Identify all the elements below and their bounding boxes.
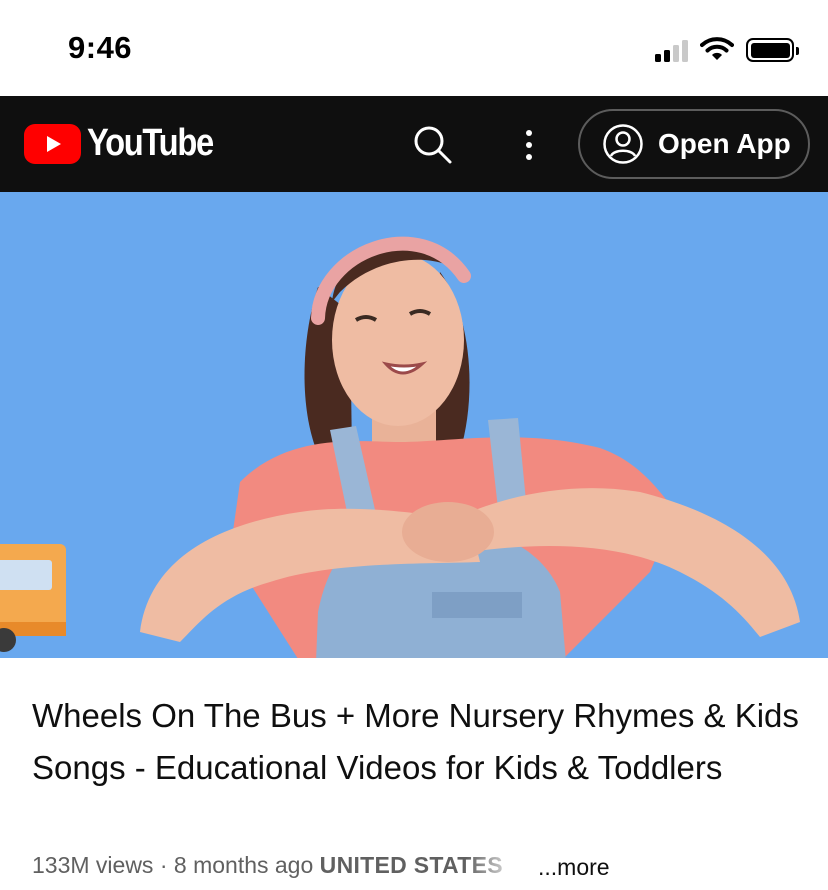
- more-vert-icon[interactable]: [514, 124, 544, 166]
- signal-icon: [655, 40, 688, 62]
- battery-icon: [746, 38, 799, 62]
- view-count: 133M views: [32, 852, 154, 878]
- status-time: 9:46: [68, 30, 133, 65]
- wifi-icon: [700, 37, 734, 60]
- status-bar: 9:46: [0, 0, 828, 96]
- open-app-button[interactable]: Open App: [578, 109, 810, 179]
- status-icons: [655, 36, 799, 62]
- search-icon[interactable]: [412, 124, 454, 166]
- video-title[interactable]: Wheels On The Bus + More Nursery Rhymes …: [32, 690, 802, 794]
- account-circle-icon: [603, 124, 643, 164]
- country-label: UNITED STATES: [319, 852, 503, 878]
- video-meta: 133M views · 8 months ago UNITED STATES: [32, 852, 503, 879]
- logo-text: YouTube: [87, 122, 214, 164]
- youtube-logo-icon: [24, 123, 81, 164]
- more-link[interactable]: ...more: [538, 854, 610, 881]
- youtube-logo[interactable]: YouTube: [24, 122, 233, 165]
- video-player[interactable]: [0, 192, 828, 658]
- open-app-label: Open App: [658, 128, 791, 159]
- video-frame-illustration: [0, 192, 828, 658]
- upload-age: 8 months ago: [173, 852, 314, 878]
- meta-separator: ·: [159, 852, 168, 878]
- bus-illustration: [0, 544, 66, 652]
